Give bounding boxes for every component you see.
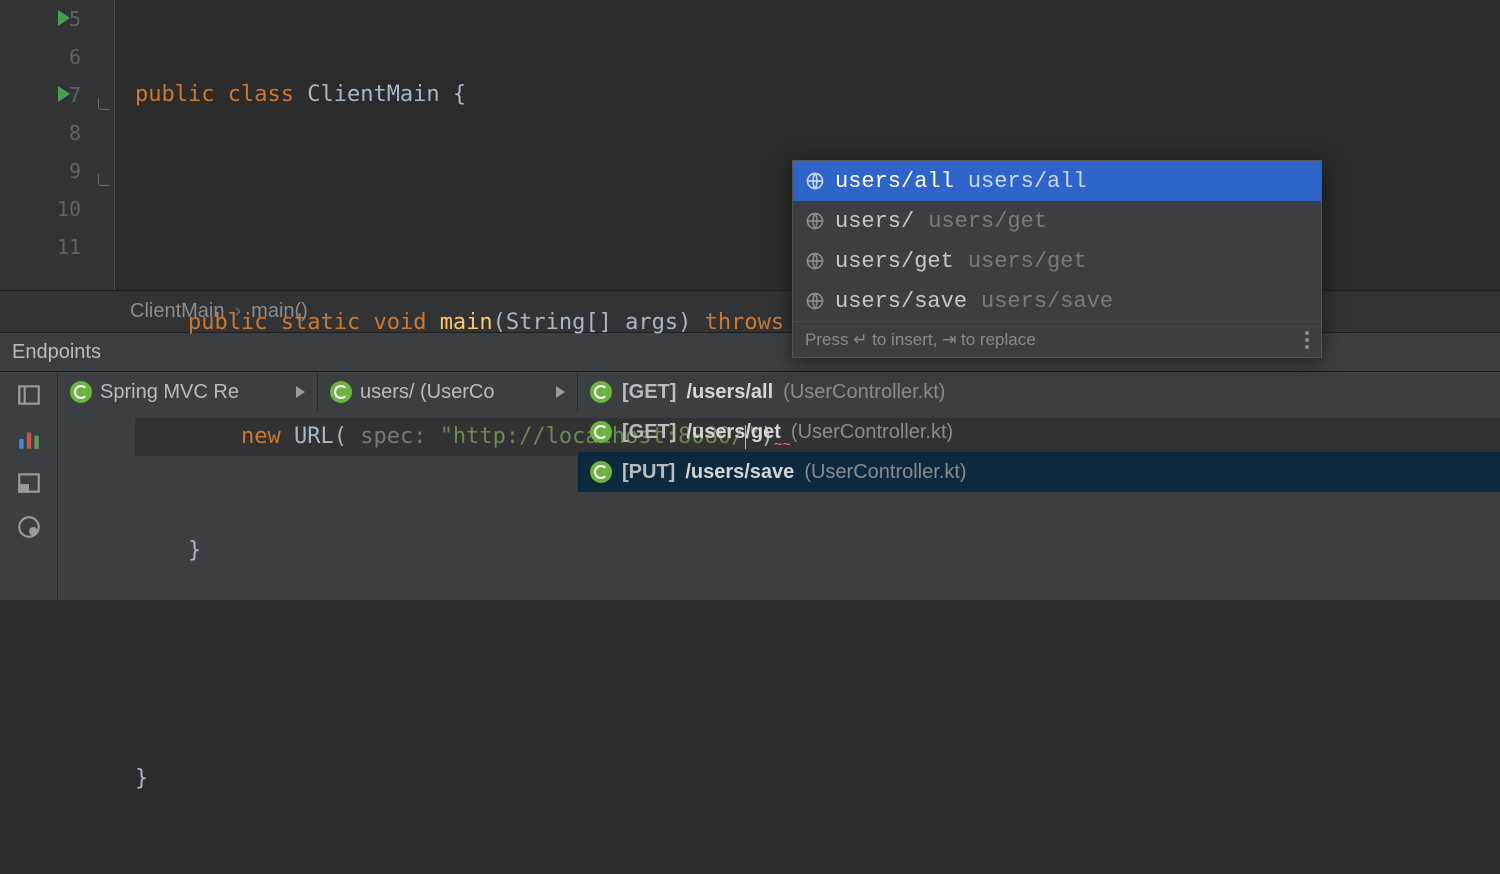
- globe-icon: [805, 171, 825, 191]
- line-number: 6: [69, 45, 81, 69]
- endpoint-row[interactable]: [PUT] /users/save (UserController.kt): [578, 452, 1500, 492]
- brace: }: [135, 766, 148, 791]
- completion-text: users/: [835, 209, 914, 234]
- completion-hint: users/save: [981, 289, 1113, 314]
- spring-icon: [590, 461, 612, 483]
- globe-icon: [805, 211, 825, 231]
- endpoint-source: (UserController.kt): [791, 421, 953, 444]
- completion-hint: users/get: [928, 209, 1047, 234]
- layout-icon[interactable]: [15, 382, 43, 408]
- line-number: 7: [69, 83, 81, 107]
- nav-crumb-path[interactable]: users/ (UserCo: [318, 372, 578, 412]
- fold-column[interactable]: [95, 0, 115, 290]
- breadcrumb-item[interactable]: main(): [251, 300, 308, 323]
- completion-text: users/get: [835, 249, 954, 274]
- keyword: public: [135, 82, 214, 107]
- spring-icon: [70, 381, 92, 403]
- bean-icon[interactable]: [15, 514, 43, 540]
- endpoint-row[interactable]: [GET] /users/get (UserController.kt): [578, 412, 1500, 452]
- code-completion-popup[interactable]: users/all users/all users/ users/get use…: [792, 160, 1322, 358]
- line-number: 10: [57, 197, 81, 221]
- http-method-label: [GET]: [622, 381, 676, 404]
- completion-item[interactable]: users/get users/get: [793, 241, 1321, 281]
- completion-item[interactable]: users/save users/save: [793, 281, 1321, 321]
- endpoints-tool-column: [0, 372, 58, 600]
- nav-crumb-controller[interactable]: Spring MVC Re: [58, 372, 318, 412]
- completion-item[interactable]: users/ users/get: [793, 201, 1321, 241]
- endpoint-source: (UserController.kt): [783, 381, 945, 404]
- fold-handle-icon[interactable]: [98, 98, 110, 110]
- spring-icon: [330, 381, 352, 403]
- line-number: 11: [57, 235, 81, 259]
- line-number: 8: [69, 121, 81, 145]
- spring-icon: [590, 421, 612, 443]
- breadcrumb-separator-icon: ›: [234, 300, 241, 323]
- brace: {: [440, 82, 467, 107]
- class-name: ClientMain: [307, 82, 439, 107]
- line-number: 9: [69, 159, 81, 183]
- method-name: main: [440, 310, 493, 335]
- completion-hint: users/all: [968, 169, 1087, 194]
- breadcrumb-item[interactable]: ClientMain: [130, 300, 224, 323]
- chevron-right-icon: [296, 386, 305, 398]
- chart-icon[interactable]: [15, 426, 43, 452]
- completion-text: users/save: [835, 289, 967, 314]
- completion-footer: Press ↵ to insert, ⇥ to replace: [793, 321, 1321, 357]
- endpoints-list: [GET] /users/all (UserController.kt) [GE…: [578, 372, 1500, 412]
- completion-item[interactable]: users/all users/all: [793, 161, 1321, 201]
- endpoints-nav: Spring MVC Re users/ (UserCo [GET] /user…: [58, 372, 1500, 412]
- nav-crumb-label: Spring MVC Re: [100, 381, 288, 404]
- completion-hint: users/get: [968, 249, 1087, 274]
- keyword: void: [373, 310, 426, 335]
- spring-icon: [590, 381, 612, 403]
- endpoint-row[interactable]: [GET] /users/all (UserController.kt): [578, 372, 1500, 412]
- panel-title-label: Endpoints: [12, 341, 101, 364]
- endpoints-panel: Spring MVC Re users/ (UserCo [GET] /user…: [0, 372, 1500, 600]
- keyword: throws: [705, 310, 784, 335]
- http-method-label: [PUT]: [622, 461, 675, 484]
- more-options-icon[interactable]: [1305, 331, 1309, 349]
- chevron-right-icon: [556, 386, 565, 398]
- completion-footer-text: Press ↵ to insert, ⇥ to replace: [805, 330, 1036, 350]
- globe-icon: [805, 291, 825, 311]
- endpoint-source: (UserController.kt): [804, 461, 966, 484]
- panel-icon[interactable]: [15, 470, 43, 496]
- completion-text: users/all: [835, 169, 954, 194]
- line-number-gutter: 5 6 7 8 9 10 11: [0, 0, 95, 290]
- run-gutter-icon[interactable]: [58, 86, 70, 102]
- endpoint-path: /users/get: [686, 421, 780, 444]
- nav-crumb-label: users/ (UserCo: [360, 381, 548, 404]
- globe-icon: [805, 251, 825, 271]
- line-number: 5: [69, 7, 81, 31]
- params: (String[] args): [493, 310, 692, 335]
- endpoint-path: /users/all: [686, 381, 773, 404]
- run-gutter-icon[interactable]: [58, 10, 70, 26]
- http-method-label: [GET]: [622, 421, 676, 444]
- fold-handle-icon[interactable]: [98, 174, 110, 186]
- keyword: class: [228, 82, 294, 107]
- endpoint-path: /users/save: [685, 461, 794, 484]
